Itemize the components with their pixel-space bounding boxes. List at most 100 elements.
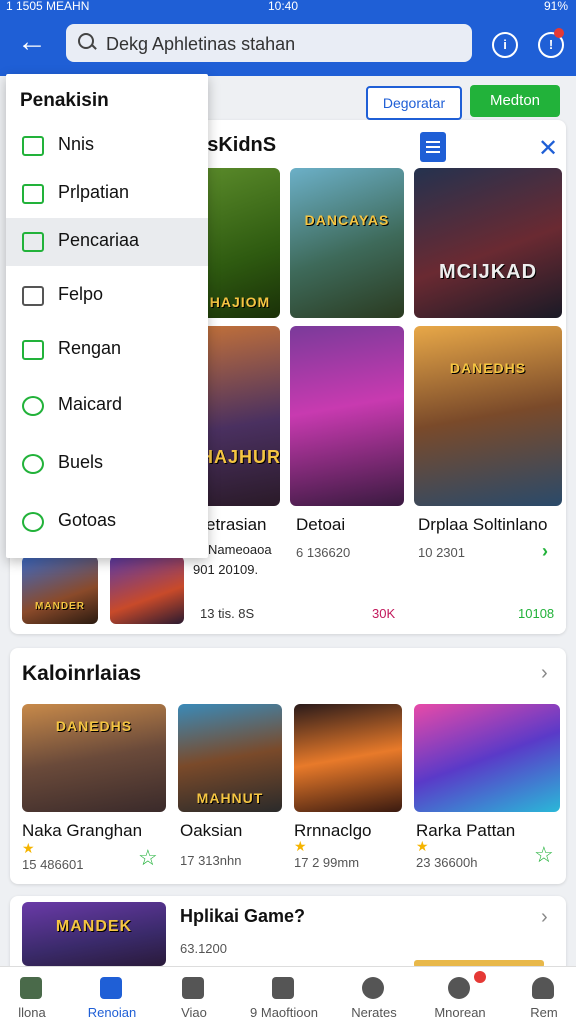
nav-label: 9 Maoftioon: [250, 1005, 318, 1020]
game-rating: 30K: [372, 606, 396, 621]
search-input[interactable]: Dekg Aphletinas stahan: [66, 24, 472, 62]
bottom-navigation: llona Renoian Viao 9 Maoftioon Nerates M…: [0, 966, 576, 1025]
battery-text: 91%: [543, 0, 568, 13]
game-thumbnail[interactable]: DANEDHS: [22, 704, 166, 812]
wallet-icon: [22, 136, 44, 156]
menu-item[interactable]: Buels: [6, 440, 208, 488]
game-meta: 63.1200: [180, 941, 227, 956]
game-rating: 13 tis. 8S: [200, 606, 255, 621]
game-thumbnail[interactable]: DANCAYAS: [290, 168, 404, 318]
game-meta: 17 313nhn: [180, 853, 242, 868]
game-thumbnail[interactable]: MCIJKAD: [414, 168, 562, 318]
thumbnail-caption: MANDEK: [55, 918, 133, 935]
game-thumbnail[interactable]: MANDEK: [22, 902, 166, 966]
paw-icon: [362, 977, 384, 999]
nav-item-nerates[interactable]: Nerates: [334, 967, 414, 1025]
game-title: Naka Granghan: [22, 821, 143, 840]
nav-item-maoftioon[interactable]: 9 Maoftioon: [244, 967, 324, 1025]
chevron-right-icon[interactable]: ›: [541, 662, 548, 685]
thumbnail-caption: MAHNUT: [196, 790, 264, 806]
thumbnail-caption: DANEDHS: [55, 718, 133, 734]
green-button[interactable]: Medton: [470, 85, 560, 117]
game-thumbnail[interactable]: [294, 704, 402, 812]
carrier-text: 1 1505 MEAHN: [6, 0, 90, 13]
menu-item[interactable]: Felpo: [6, 272, 208, 320]
thumbnail-caption: MCIJKAD: [438, 261, 538, 283]
menu-item-label: Pencariaa: [58, 230, 140, 250]
close-icon[interactable]: ✕: [538, 134, 558, 163]
top-app-bar: ← Dekg Aphletinas stahan i !: [0, 14, 576, 76]
star-icon: ★: [294, 838, 307, 854]
dropdown-menu: Penakisin Nnis Prlpatian Pencariaa Felpo…: [6, 74, 208, 558]
favorite-star-icon[interactable]: ☆: [534, 842, 554, 868]
game-title: Detoai: [296, 515, 346, 534]
section-heading: Kaloinrlaias: [22, 662, 142, 685]
thumbnail-caption: HAJIOM: [209, 294, 271, 310]
dropdown-title: Penakisin: [20, 90, 109, 111]
nav-item-rem[interactable]: Rem: [504, 967, 576, 1025]
nav-item-home[interactable]: llona: [0, 967, 72, 1025]
nav-label: Mnorean: [434, 1005, 486, 1020]
menu-item-selected[interactable]: Pencariaa: [6, 218, 208, 266]
game-thumbnail[interactable]: [110, 556, 184, 624]
game-meta: 15 486601: [22, 857, 84, 872]
menu-item[interactable]: Rengan: [6, 326, 208, 374]
info-icon[interactable]: i: [492, 32, 518, 58]
thumbnail-caption: DANEDHS: [449, 360, 527, 376]
menu-item-label: Gotoas: [58, 510, 117, 530]
menu-item-label: Prlpatian: [58, 182, 130, 202]
menu-item[interactable]: Prlpatian: [6, 170, 208, 218]
nav-item-viao[interactable]: Viao: [154, 967, 234, 1025]
clock-text: 10:40: [268, 0, 299, 13]
chat-icon: [22, 454, 44, 474]
menu-item-label: Felpo: [58, 284, 104, 304]
nav-label: Rem: [530, 1005, 558, 1020]
game-meta: 10 2301: [418, 545, 465, 560]
menu-item[interactable]: Maicard: [6, 382, 208, 430]
shield-icon: [182, 977, 204, 999]
menu-item-label: Buels: [58, 452, 104, 472]
game-meta: 6 136620: [296, 545, 351, 560]
game-title: etrasian: [206, 515, 267, 534]
document-icon[interactable]: [420, 132, 446, 162]
game-thumbnail[interactable]: MANDER: [22, 556, 98, 624]
menu-item-label: Nnis: [58, 134, 95, 154]
game-meta: 901 20109.: [193, 562, 259, 577]
checklist-icon: [22, 232, 44, 252]
game-thumbnail[interactable]: DANEDHS: [414, 326, 562, 506]
game-thumbnail[interactable]: HAJHUR: [200, 326, 280, 506]
star-icon: ★: [22, 840, 35, 856]
nav-label: llona: [18, 1005, 46, 1020]
thumbnail-caption: HAJHUR: [200, 447, 280, 467]
nav-item-renoian[interactable]: Renoian: [72, 967, 152, 1025]
home-icon: [20, 977, 42, 999]
thumbnail-caption: DANCAYAS: [304, 212, 390, 228]
search-input-value: Dekg Aphletinas stahan: [106, 34, 296, 54]
game-meta: 17 2 99mm: [294, 855, 360, 870]
menu-item[interactable]: Nnis: [6, 122, 208, 170]
nav-label: Viao: [181, 1005, 207, 1020]
menu-item[interactable]: Gotoas: [6, 498, 208, 546]
chevron-right-icon[interactable]: ›: [541, 906, 548, 929]
game-thumbnail[interactable]: [414, 704, 560, 812]
thumbnail-caption: MANDER: [35, 601, 85, 612]
game-thumbnail[interactable]: [290, 326, 404, 506]
back-arrow-icon[interactable]: ←: [14, 27, 50, 58]
lock-icon: [272, 977, 294, 999]
menu-item-label: Maicard: [58, 394, 123, 414]
star-icon: ★: [416, 838, 429, 854]
game-thumbnail[interactable]: MAHNUT: [178, 704, 282, 812]
game-meta: 23 36600h: [416, 855, 478, 870]
search-icon: [78, 33, 94, 49]
nav-label: Renoian: [87, 1005, 137, 1020]
game-thumbnail[interactable]: HAJIOM: [200, 168, 280, 318]
favorite-star-icon[interactable]: ☆: [138, 845, 158, 871]
image-icon: [22, 184, 44, 204]
section-heading: Hplikai Game?: [180, 906, 306, 926]
chat-icon: [22, 512, 44, 532]
nav-item-mnorean[interactable]: Mnorean: [420, 967, 500, 1025]
flag-icon: [100, 977, 122, 999]
outline-button[interactable]: Degoratar: [366, 86, 462, 120]
game-title: Oaksian: [180, 821, 243, 840]
chevron-right-icon[interactable]: ›: [542, 541, 548, 562]
